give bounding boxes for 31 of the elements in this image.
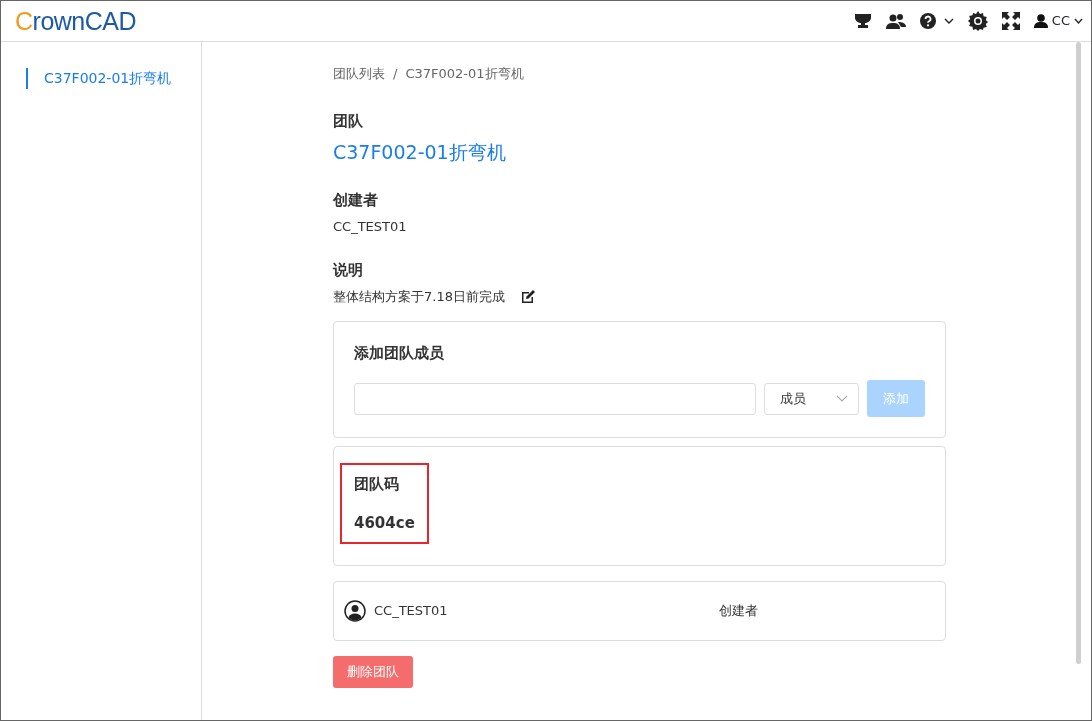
field-value: 整体结构方案于7.18日前完成 [333,288,505,306]
role-select[interactable]: 成员 [764,382,859,415]
field-label: 团队 [333,110,364,132]
team-icon[interactable] [885,13,906,29]
edit-icon[interactable] [520,289,536,305]
chevron-down-icon[interactable] [943,18,954,24]
team-name: C37F002-01折弯机 [333,140,507,165]
breadcrumb-separator: / [393,65,398,83]
team-code-label: 团队码 [354,474,400,495]
user-icon [1033,14,1048,28]
member-input[interactable] [354,382,756,415]
field-label: 说明 [333,259,364,281]
avatar-icon [344,600,366,622]
field-label: 创建者 [333,189,379,211]
scrollbar-thumb[interactable] [1076,42,1081,664]
panel-title: 添加团队成员 [354,342,445,364]
trophy-icon[interactable] [853,13,872,29]
help-icon[interactable] [919,13,936,29]
field-value: CC_TEST01 [333,218,408,236]
team-code: 4604ce [354,512,415,534]
chevron-down-icon [836,395,848,402]
sidebar-item[interactable]: C37F002-01折弯机 [26,68,172,89]
user-menu[interactable]: CC [1033,11,1083,31]
breadcrumb-item: C37F002-01折弯机 [405,65,524,83]
breadcrumb-item[interactable]: 团队列表 [333,64,385,84]
member-role: 创建者 [719,602,758,621]
logo[interactable]: CrownCAD [15,8,137,34]
settings-icon[interactable] [967,11,988,31]
member-name: CC_TEST01 [374,602,449,621]
chevron-down-icon [1074,18,1083,24]
fullscreen-icon[interactable] [1001,12,1020,30]
